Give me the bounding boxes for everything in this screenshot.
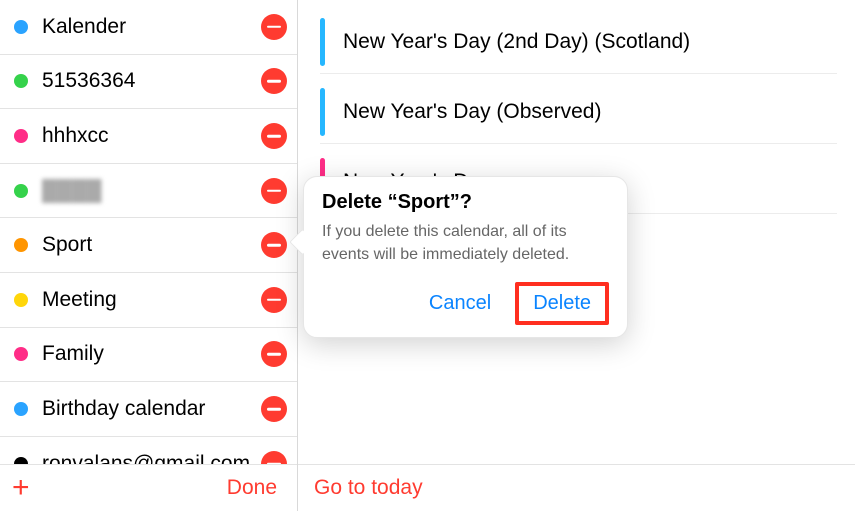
- calendar-row[interactable]: Kalender: [0, 0, 297, 55]
- remove-calendar-button[interactable]: [261, 341, 287, 367]
- calendar-row[interactable]: Sport: [0, 218, 297, 273]
- event-row[interactable]: New Year's Day (Observed): [320, 80, 837, 144]
- calendar-name: Kalender: [42, 15, 261, 39]
- add-calendar-button[interactable]: +: [12, 473, 30, 503]
- sidebar-footer: + Done: [0, 464, 297, 511]
- calendar-row[interactable]: Family: [0, 328, 297, 383]
- done-button[interactable]: Done: [227, 476, 277, 500]
- calendar-name: Meeting: [42, 288, 261, 312]
- calendar-color-dot: [14, 457, 28, 464]
- remove-calendar-button[interactable]: [261, 68, 287, 94]
- calendar-sidebar: Kalender 51536364 hhhxcc ████ Sport: [0, 0, 298, 511]
- event-color-bar: [320, 18, 325, 66]
- calendar-row[interactable]: Birthday calendar: [0, 382, 297, 437]
- remove-calendar-button[interactable]: [261, 232, 287, 258]
- event-title: New Year's Day (2nd Day) (Scotland): [343, 30, 690, 54]
- calendar-name: ronvalans@gmail.com: [42, 452, 261, 464]
- calendar-name: Family: [42, 342, 261, 366]
- remove-calendar-button[interactable]: [261, 123, 287, 149]
- calendar-row[interactable]: ronvalans@gmail.com: [0, 437, 297, 464]
- calendar-color-dot: [14, 402, 28, 416]
- calendar-name: ████: [42, 179, 261, 203]
- calendar-row[interactable]: Meeting: [0, 273, 297, 328]
- calendar-color-dot: [14, 238, 28, 252]
- calendar-color-dot: [14, 184, 28, 198]
- calendar-name: hhhxcc: [42, 124, 261, 148]
- delete-button[interactable]: Delete: [515, 282, 609, 325]
- dialog-title: Delete “Sport”?: [304, 177, 627, 220]
- remove-calendar-button[interactable]: [261, 451, 287, 464]
- main-footer: Go to today: [298, 464, 855, 511]
- calendar-color-dot: [14, 347, 28, 361]
- calendar-name: Birthday calendar: [42, 397, 261, 421]
- calendar-list: Kalender 51536364 hhhxcc ████ Sport: [0, 0, 297, 464]
- remove-calendar-button[interactable]: [261, 396, 287, 422]
- calendar-name: 51536364: [42, 69, 261, 93]
- go-to-today-button[interactable]: Go to today: [314, 476, 423, 500]
- event-color-bar: [320, 88, 325, 136]
- remove-calendar-button[interactable]: [261, 14, 287, 40]
- cancel-button[interactable]: Cancel: [429, 292, 491, 315]
- delete-calendar-dialog: Delete “Sport”? If you delete this calen…: [303, 176, 628, 338]
- event-row[interactable]: New Year's Day (2nd Day) (Scotland): [320, 10, 837, 74]
- calendar-name: Sport: [42, 233, 261, 257]
- calendar-color-dot: [14, 293, 28, 307]
- event-title: New Year's Day (Observed): [343, 100, 601, 124]
- calendar-row[interactable]: hhhxcc: [0, 109, 297, 164]
- calendar-row[interactable]: ████: [0, 164, 297, 219]
- calendar-color-dot: [14, 74, 28, 88]
- calendar-color-dot: [14, 20, 28, 34]
- calendar-row[interactable]: 51536364: [0, 55, 297, 110]
- calendar-color-dot: [14, 129, 28, 143]
- remove-calendar-button[interactable]: [261, 287, 287, 313]
- dialog-buttons: Cancel Delete: [304, 282, 627, 325]
- dialog-message: If you delete this calendar, all of its …: [304, 220, 627, 282]
- remove-calendar-button[interactable]: [261, 178, 287, 204]
